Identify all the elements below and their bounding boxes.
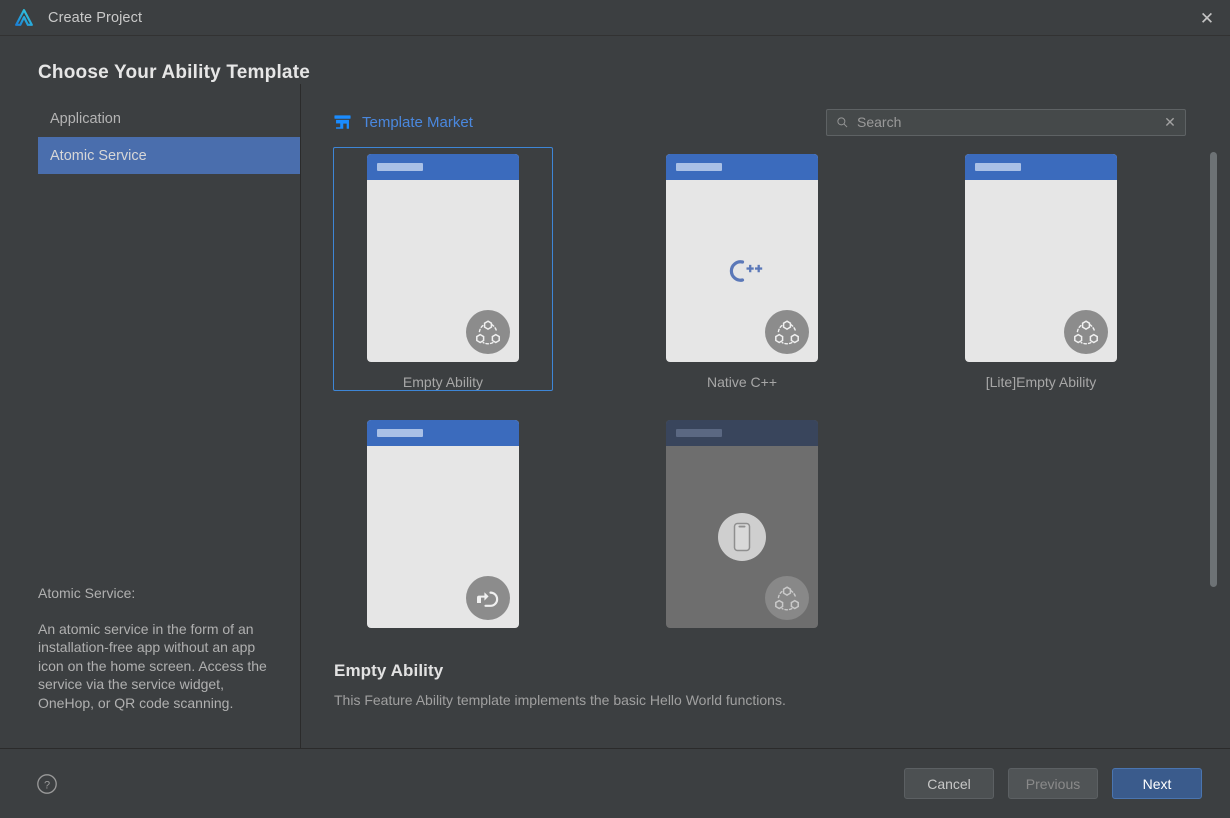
- thumbnail-body: [666, 180, 818, 362]
- thumbnail-header-bar: [666, 154, 818, 180]
- template-card-row2-second[interactable]: [632, 413, 852, 641]
- template-thumbnail: [666, 420, 818, 628]
- atomic-service-badge: [765, 576, 809, 620]
- close-icon[interactable]: ✕: [1192, 5, 1222, 31]
- thumbnail-body: [367, 180, 519, 362]
- help-circle-icon[interactable]: ?: [36, 773, 58, 795]
- template-panel: Template Market ✕: [301, 84, 1230, 748]
- template-card-label: [Lite]Empty Ability: [985, 374, 1097, 390]
- harmonyos-delta-icon: [15, 8, 33, 26]
- thumbnail-title-placeholder: [377, 163, 423, 171]
- thumbnail-header-bar: [666, 420, 818, 446]
- category-description-title: Atomic Service:: [38, 585, 136, 602]
- cancel-button[interactable]: Cancel: [904, 768, 994, 799]
- search-icon: [837, 116, 848, 127]
- footer-button-group: Cancel Previous Next: [904, 768, 1202, 799]
- sidebar-item-application[interactable]: Application: [38, 100, 300, 137]
- phone-icon: [718, 513, 766, 561]
- dialog-footer: ? Cancel Previous Next: [0, 748, 1230, 818]
- content-columns: Application Atomic Service Atomic Servic…: [0, 84, 1230, 748]
- atomic-service-badge: [765, 310, 809, 354]
- category-description: Atomic Service: An atomic service in the…: [0, 584, 300, 748]
- template-thumbnail: [367, 154, 519, 362]
- page-title: Choose Your Ability Template: [38, 62, 310, 83]
- atomic-service-badge: [1064, 310, 1108, 354]
- scrollbar-thumb[interactable]: [1210, 152, 1217, 587]
- create-project-dialog: Create Project ✕ Choose Your Ability Tem…: [0, 0, 1230, 818]
- template-card-lite-empty-ability[interactable]: [Lite]Empty Ability: [931, 147, 1151, 391]
- previous-button: Previous: [1008, 768, 1098, 799]
- template-thumbnail: [965, 154, 1117, 362]
- sidebar-item-atomic-service[interactable]: Atomic Service: [38, 137, 300, 174]
- template-card-label: Empty Ability: [402, 374, 484, 390]
- cpp-logo-icon: [729, 260, 763, 282]
- template-detail: Empty Ability This Feature Ability templ…: [302, 651, 1230, 748]
- template-detail-title: Empty Ability: [334, 661, 444, 680]
- thumbnail-title-placeholder: [676, 429, 722, 437]
- search-box[interactable]: ✕: [826, 108, 1186, 136]
- template-card-label: Native C++: [706, 374, 778, 390]
- template-card-row2-first[interactable]: [333, 413, 553, 641]
- store-icon: [334, 114, 351, 129]
- template-card-empty-ability[interactable]: Empty Ability: [333, 147, 553, 391]
- category-sidebar: Application Atomic Service Atomic Servic…: [0, 84, 301, 748]
- template-thumbnail: [367, 420, 519, 628]
- thumbnail-body: [367, 446, 519, 628]
- template-thumbnail: [666, 154, 818, 362]
- next-button[interactable]: Next: [1112, 768, 1202, 799]
- category-description-text: An atomic service in the form of an inst…: [38, 620, 267, 711]
- sidebar-item-label: Application: [50, 110, 121, 127]
- atomic-service-badge: [466, 310, 510, 354]
- svg-text:?: ?: [44, 779, 50, 791]
- sidebar-item-label: Atomic Service: [50, 147, 147, 164]
- thumbnail-header-bar: [965, 154, 1117, 180]
- category-list: Application Atomic Service: [0, 84, 300, 174]
- titlebar: Create Project ✕: [0, 0, 1230, 36]
- window-title: Create Project: [48, 9, 143, 26]
- dialog-body: Choose Your Ability Template Application…: [0, 36, 1230, 748]
- thumbnail-header-bar: [367, 154, 519, 180]
- template-market-link[interactable]: Template Market: [333, 113, 473, 132]
- onehop-badge: [466, 576, 510, 620]
- thumbnail-body: [666, 446, 818, 628]
- thumbnail-title-placeholder: [676, 163, 722, 171]
- clear-search-icon[interactable]: ✕: [1163, 115, 1177, 129]
- template-grid: Empty Ability Native C++ [Lite]Empty Abi…: [301, 142, 1230, 641]
- thumbnail-body: [965, 180, 1117, 362]
- template-toolbar: Template Market ✕: [301, 84, 1230, 142]
- template-detail-description: This Feature Ability template implements…: [334, 692, 786, 708]
- thumbnail-title-placeholder: [975, 163, 1021, 171]
- thumbnail-header-bar: [367, 420, 519, 446]
- search-input[interactable]: [849, 114, 1163, 130]
- template-card-native-cpp[interactable]: Native C++: [632, 147, 852, 391]
- template-market-label: Template Market: [362, 113, 473, 131]
- thumbnail-title-placeholder: [377, 429, 423, 437]
